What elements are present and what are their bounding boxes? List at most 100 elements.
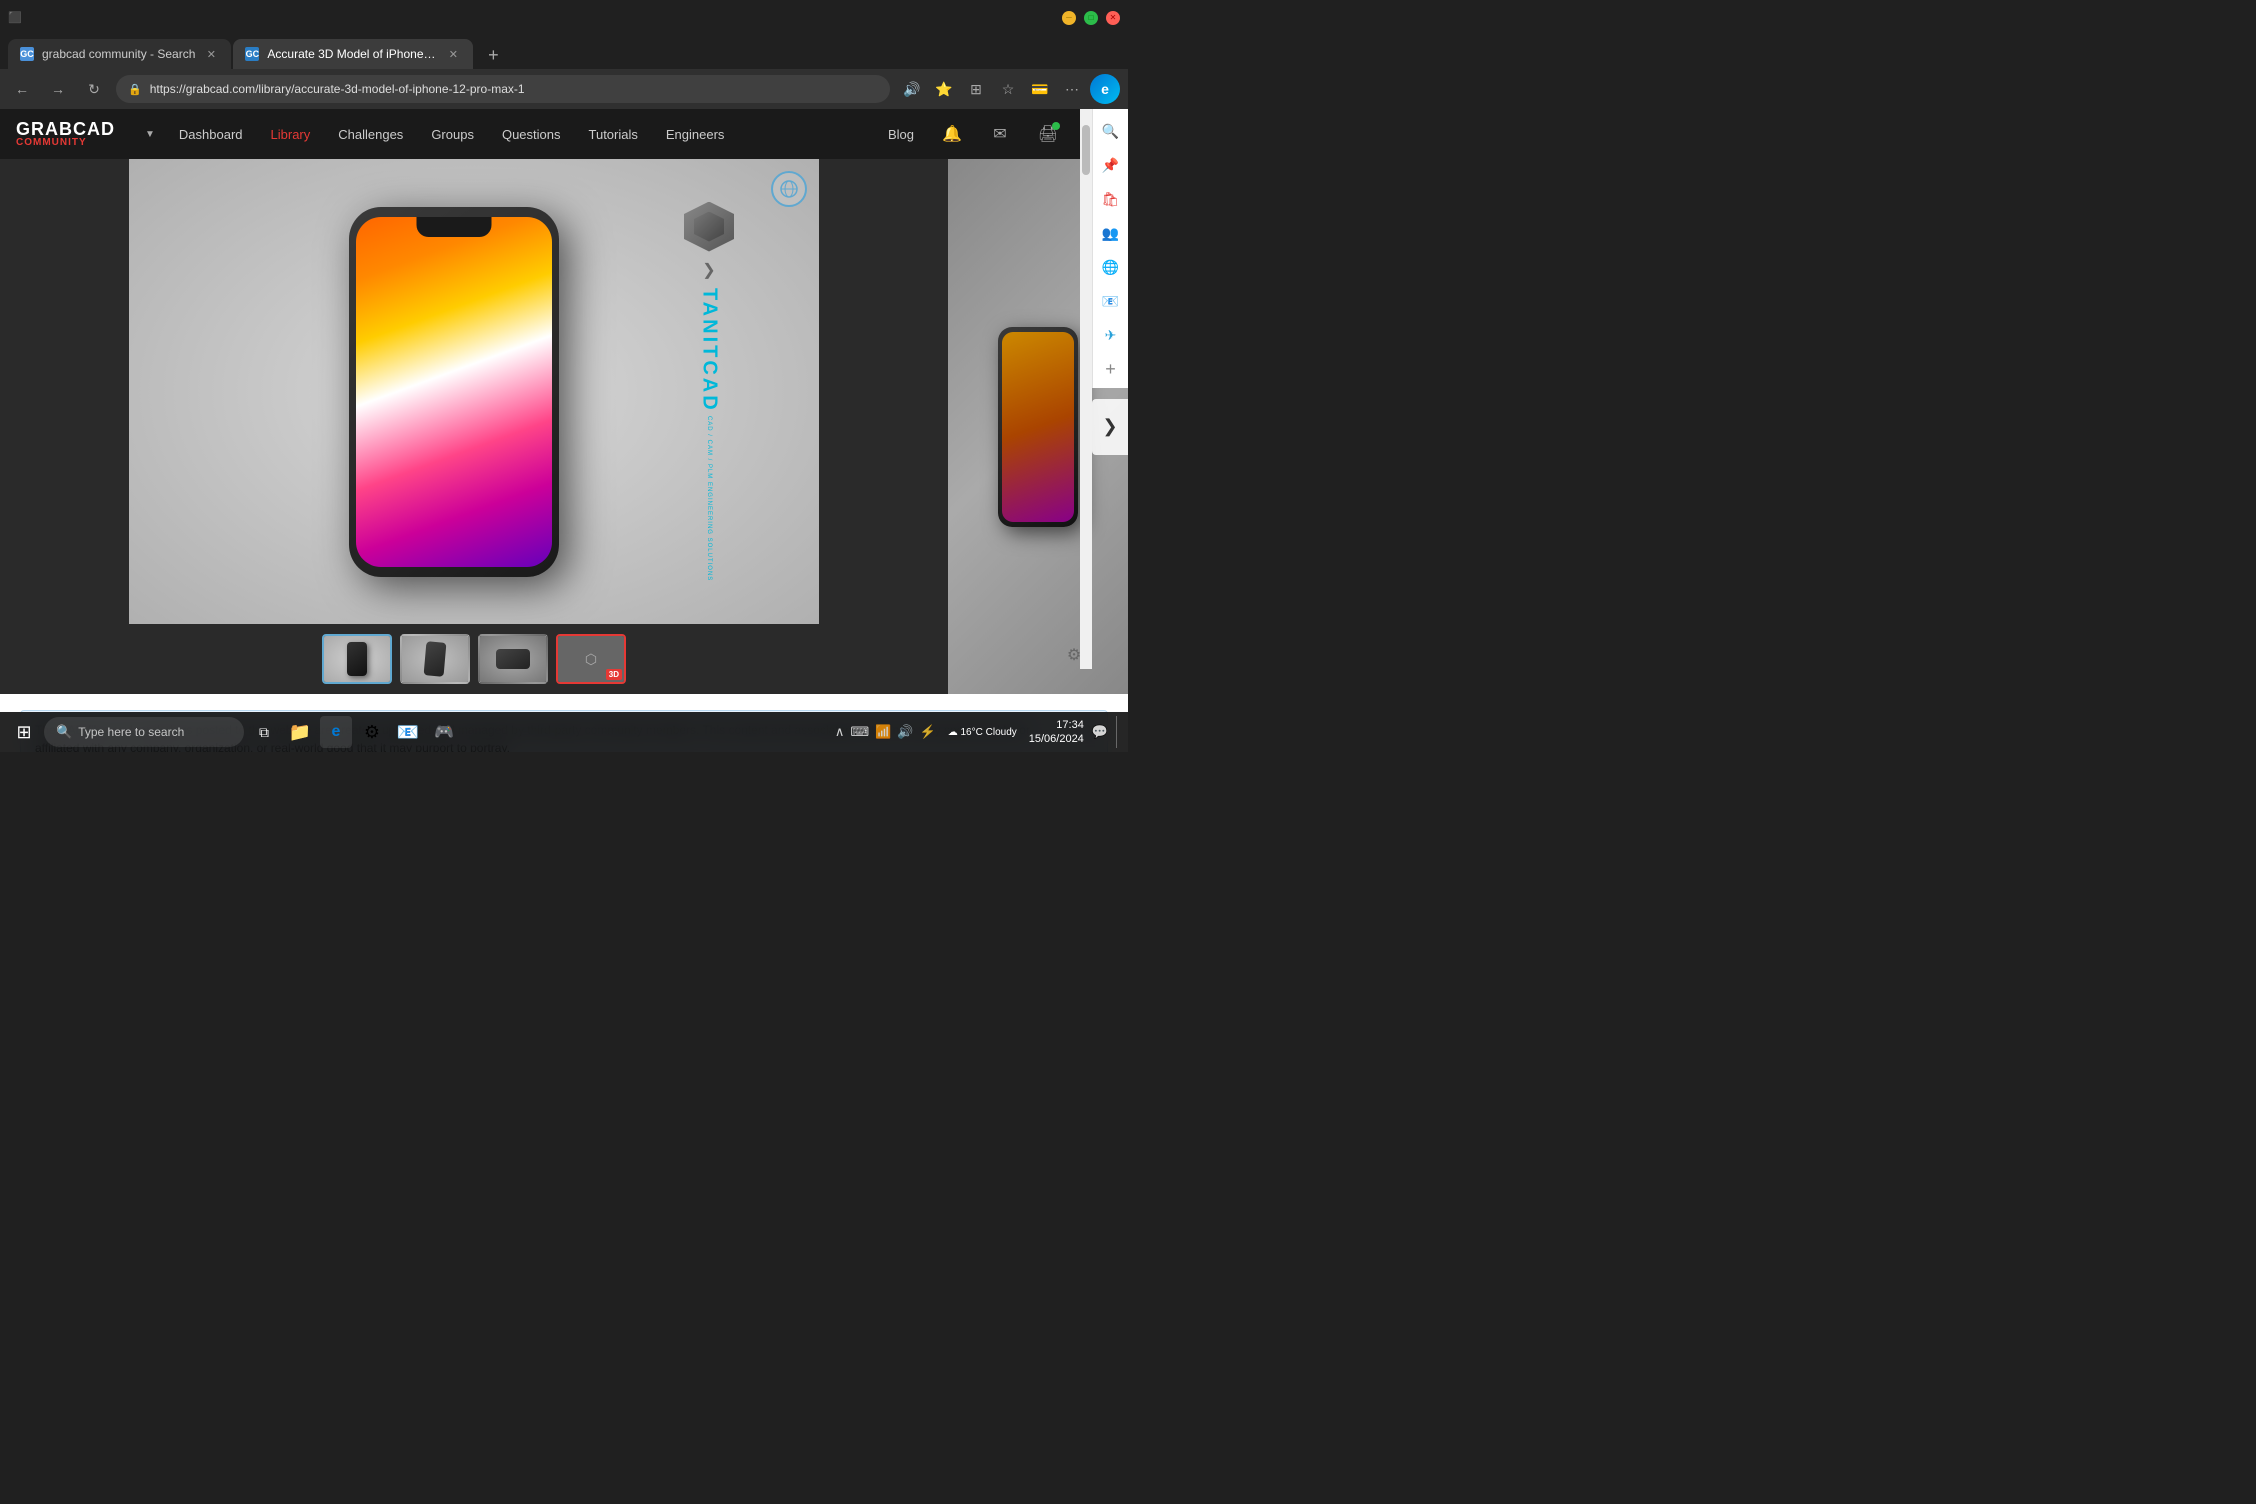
thumbnail-2[interactable]	[400, 634, 470, 684]
tanitcad-name-text: TANITCAD	[698, 287, 721, 412]
thumbnail-3[interactable]	[478, 634, 548, 684]
forward-button[interactable]: →	[44, 75, 72, 103]
system-tray: ∧ ⌨ 📶 🔊 ⚡	[835, 724, 936, 740]
iphone-3d-render	[349, 207, 559, 577]
thumb-3-phone	[496, 649, 530, 669]
mail-icon[interactable]: ✉	[986, 120, 1014, 148]
ext-shopping-icon[interactable]: 🛍	[1097, 185, 1125, 213]
phone-notch	[417, 217, 492, 237]
ext-pin-icon[interactable]: 📌	[1097, 151, 1125, 179]
screen-wallpaper	[356, 217, 552, 567]
3d-viewer-button[interactable]	[771, 171, 807, 207]
tab-search[interactable]: GC grabcad community - Search ✕	[8, 39, 231, 69]
ext-add-button[interactable]: +	[1105, 359, 1116, 380]
scrollbar-thumb[interactable]	[1082, 125, 1090, 175]
taskbar: ⊞ 🔍 Type here to search ⧉ 📁 e ⚙ 📧 🎮 ∧ ⌨ …	[0, 712, 1128, 752]
maximize-button[interactable]: □	[1084, 11, 1098, 25]
main-image[interactable]: ❯ TANITCAD CAD / CAM / PLM ENGINEERING S…	[129, 159, 819, 624]
window-icon: ⬛	[8, 11, 22, 24]
3d-badge: 3D	[606, 669, 622, 680]
phone-screen	[356, 217, 552, 567]
phone-body	[349, 207, 559, 577]
thumbnail-1[interactable]	[322, 634, 392, 684]
minimize-button[interactable]: ─	[1062, 11, 1076, 25]
print-icon[interactable]: 🖨	[1034, 120, 1062, 148]
thumb-3-content	[480, 636, 546, 682]
read-aloud-button[interactable]: 🔊	[898, 75, 926, 103]
task-view-button[interactable]: ⧉	[248, 716, 280, 748]
grabcad-navbar: GRABCAD COMMUNITY ▼ Dashboard Library Ch…	[0, 109, 1128, 159]
nav-questions[interactable]: Questions	[498, 127, 565, 142]
tanitcad-sub-text: CAD / CAM / PLM ENGINEERING SOLUTIONS	[706, 416, 712, 581]
more-button[interactable]: ⋯	[1058, 75, 1086, 103]
browser-extensions-sidebar: 🔍 📌 🛍 👥 🌐 📧 ✈ +	[1092, 109, 1128, 388]
taskbar-game[interactable]: 🎮	[428, 716, 460, 748]
tab-favicon-model: GC	[245, 47, 259, 61]
back-button[interactable]: ←	[8, 75, 36, 103]
nav-library[interactable]: Library	[267, 127, 315, 142]
settings-gear-icon[interactable]: ⚙	[1056, 641, 1092, 669]
taskbar-settings[interactable]: ⚙	[356, 716, 388, 748]
grabcad-logo[interactable]: GRABCAD COMMUNITY	[16, 120, 115, 148]
ext-telegram-icon[interactable]: ✈	[1097, 321, 1125, 349]
battery-icon[interactable]: ⚡	[920, 724, 936, 740]
windows-start-button[interactable]: ⊞	[8, 716, 40, 748]
tanitcad-branding: ❯ TANITCAD CAD / CAM / PLM ENGINEERING S…	[684, 201, 734, 581]
tanitcad-hex-inner	[694, 211, 724, 241]
tanitcad-hex-logo	[684, 201, 734, 251]
new-tab-button[interactable]: +	[479, 41, 507, 69]
next-image-button[interactable]: ❯	[1092, 399, 1128, 455]
nav-challenges[interactable]: Challenges	[334, 127, 407, 142]
nav-blog[interactable]: Blog	[884, 127, 918, 142]
nav-groups[interactable]: Groups	[427, 127, 478, 142]
show-desktop-button[interactable]	[1116, 716, 1120, 748]
notifications-icon[interactable]: 💬	[1092, 724, 1108, 740]
browser-toolbar: 🔊 ⭐ ⊞ ☆ 💳 ⋯ e	[898, 74, 1120, 104]
scrollbar[interactable]: ⚙	[1080, 109, 1092, 669]
ext-edge-icon[interactable]: 🌐	[1097, 253, 1125, 281]
thumb-4-3d-icon: ⬡	[585, 651, 597, 668]
tab-title-model: Accurate 3D Model of iPhone 12...	[267, 47, 437, 61]
wallet-button[interactable]: 💳	[1026, 75, 1054, 103]
taskbar-search-placeholder: Type here to search	[78, 725, 184, 739]
edge-icon[interactable]: e	[1090, 74, 1120, 104]
thumb-1-phone	[347, 642, 367, 676]
volume-icon[interactable]: 🔊	[897, 724, 913, 740]
system-clock[interactable]: 17:34 15/06/2024	[1029, 718, 1084, 747]
split-view-button[interactable]: ⊞	[962, 75, 990, 103]
logo-grab-text: GRABCAD	[16, 120, 115, 138]
hide-icons-button[interactable]: ∧	[835, 724, 845, 740]
taskbar-email[interactable]: 📧	[392, 716, 424, 748]
tanitcad-arrow-icon: ❯	[702, 259, 715, 279]
close-button[interactable]: ✕	[1106, 11, 1120, 25]
tab-model[interactable]: GC Accurate 3D Model of iPhone 12... ✕	[233, 39, 473, 69]
taskbar-search-box[interactable]: 🔍 Type here to search	[44, 717, 244, 747]
notification-bell-icon[interactable]: 🔔	[938, 120, 966, 148]
clock-date: 15/06/2024	[1029, 732, 1084, 746]
tab-close-search[interactable]: ✕	[203, 46, 219, 62]
network-icon[interactable]: 📶	[875, 724, 891, 740]
logo-community-text: COMMUNITY	[16, 138, 115, 148]
collections-button[interactable]: ☆	[994, 75, 1022, 103]
thumbnail-4[interactable]: ⬡ 3D	[556, 634, 626, 684]
nav-tutorials[interactable]: Tutorials	[585, 127, 642, 142]
lock-icon: 🔒	[128, 83, 142, 96]
nav-dashboard[interactable]: Dashboard	[175, 127, 247, 142]
keyboard-icon[interactable]: ⌨	[850, 724, 869, 740]
taskbar-edge-browser[interactable]: e	[320, 716, 352, 748]
ext-search-icon[interactable]: 🔍	[1097, 117, 1125, 145]
ext-people-icon[interactable]: 👥	[1097, 219, 1125, 247]
refresh-button[interactable]: ↻	[80, 75, 108, 103]
ext-outlook-icon[interactable]: 📧	[1097, 287, 1125, 315]
weather-widget[interactable]: ☁ 16°C Cloudy	[948, 727, 1017, 738]
taskbar-file-explorer[interactable]: 📁	[284, 716, 316, 748]
next-phone-preview	[998, 327, 1078, 527]
clock-time: 17:34	[1029, 718, 1084, 732]
thumbnails-row: ⬡ 3D	[0, 624, 948, 694]
favorites-button[interactable]: ⭐	[930, 75, 958, 103]
nav-engineers[interactable]: Engineers	[662, 127, 729, 142]
image-viewer-section: ❯ TANITCAD CAD / CAM / PLM ENGINEERING S…	[0, 159, 1128, 694]
tab-close-model[interactable]: ✕	[445, 46, 461, 62]
logo-dropdown-icon[interactable]: ▼	[145, 129, 155, 140]
address-bar[interactable]: 🔒 https://grabcad.com/library/accurate-3…	[116, 75, 890, 103]
